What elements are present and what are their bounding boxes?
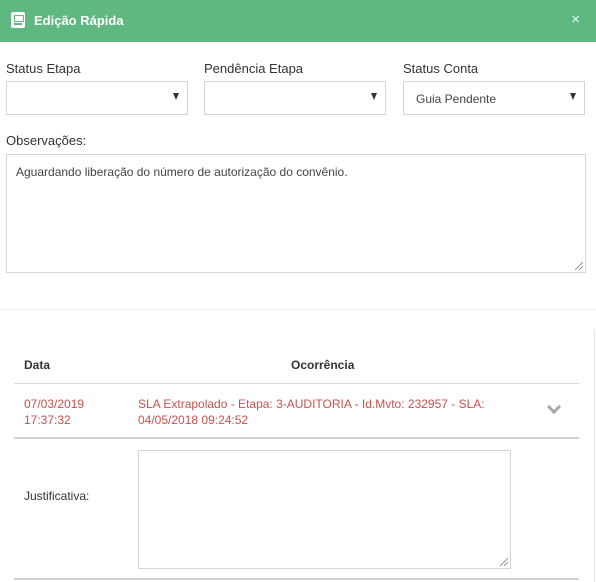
observacoes-label: Observações: — [6, 133, 87, 148]
justificativa-label: Justificativa: — [24, 489, 90, 503]
section-divider — [0, 309, 596, 310]
clipboard-icon — [11, 12, 25, 28]
caret-down-icon — [173, 93, 179, 100]
dialog-header: Edição Rápida × — [0, 0, 596, 42]
row-occurrence-line2: 04/05/2018 09:24:52 — [138, 413, 249, 427]
chevron-down-icon[interactable] — [547, 405, 560, 413]
close-icon[interactable]: × — [571, 10, 580, 30]
header-row-line — [14, 383, 579, 384]
resize-handle-icon[interactable] — [575, 262, 583, 270]
observacoes-textarea[interactable]: Aguardando liberação do número de autori… — [6, 154, 586, 273]
status-etapa-select[interactable] — [6, 81, 188, 115]
pendencia-etapa-select[interactable] — [204, 81, 386, 115]
row-time: 17:37:32 — [24, 413, 71, 427]
column-header-data: Data — [24, 358, 51, 372]
pendencia-etapa-label: Pendência Etapa — [204, 61, 304, 76]
caret-down-icon — [371, 93, 377, 100]
row-date: 07/03/2019 — [24, 397, 85, 411]
bottom-separator — [14, 578, 579, 580]
status-etapa-label: Status Etapa — [6, 61, 81, 76]
column-header-ocorrencia: Ocorrência — [291, 358, 355, 372]
status-conta-select[interactable]: Guia Pendente — [403, 81, 585, 115]
observacoes-text: Aguardando liberação do número de autori… — [16, 165, 348, 179]
row-occurrence-line1: SLA Extrapolado - Etapa: 3-AUDITORIA - I… — [138, 397, 485, 411]
panel-edge — [594, 330, 595, 582]
dialog-title: Edição Rápida — [34, 13, 124, 28]
status-conta-value: Guia Pendente — [416, 92, 497, 106]
row-separator — [14, 437, 579, 439]
resize-handle-icon[interactable] — [500, 558, 508, 566]
justificativa-textarea[interactable] — [138, 450, 511, 569]
caret-down-icon — [570, 93, 576, 100]
status-conta-label: Status Conta — [403, 61, 479, 76]
